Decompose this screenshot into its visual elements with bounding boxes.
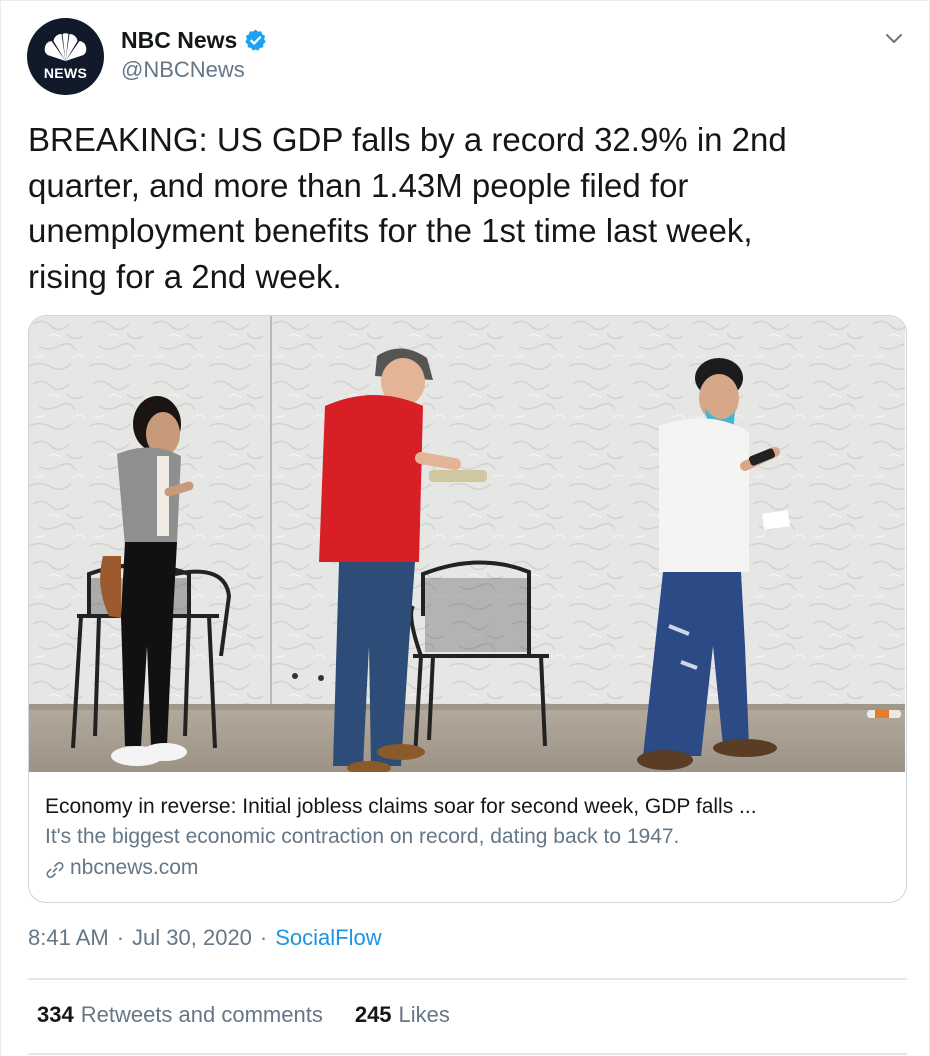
tweet-text-line: quarter, and more than 1.43M people file… xyxy=(28,166,689,204)
display-name[interactable]: NBC News xyxy=(121,27,237,54)
card-domain[interactable]: nbcnews.com xyxy=(45,852,890,884)
likes-count: 245 xyxy=(354,1002,392,1027)
tweet-source[interactable]: SocialFlow xyxy=(275,925,381,951)
tweet-text-line: unemployment benefits for the 1st time l… xyxy=(28,212,753,249)
link-icon xyxy=(45,858,65,878)
tweet-meta: 8:41 AM · Jul 30, 2020 · SocialFlow xyxy=(28,925,382,951)
tweet-text-line: rising for a 2nd week. xyxy=(28,257,342,295)
chevron-down-icon[interactable] xyxy=(881,25,907,51)
tweet-card: NEWS NBC News @NBCNews BREAKING: US GDP … xyxy=(0,0,930,1056)
tweet-date[interactable]: Jul 30, 2020 xyxy=(132,925,252,951)
card-description: It's the biggest economic contraction on… xyxy=(45,825,680,848)
likes-label: Likes xyxy=(398,1002,450,1027)
tweet-text: BREAKING: US GDP falls by a record 32.9%… xyxy=(28,117,888,299)
avatar-text: NEWS xyxy=(43,65,88,81)
card-title[interactable]: Economy in reverse: Initial jobless clai… xyxy=(45,792,890,822)
tweet-stats: 334 Retweets and comments 245 Likes xyxy=(37,1002,450,1028)
card-domain-text[interactable]: nbcnews.com xyxy=(70,852,198,884)
divider xyxy=(28,978,907,980)
link-preview-card[interactable]: Economy in reverse: Initial jobless clai… xyxy=(28,315,907,903)
separator: · xyxy=(259,925,268,950)
retweets-count: 334 xyxy=(37,1002,74,1027)
avatar[interactable]: NEWS xyxy=(27,18,104,95)
retweets-stat[interactable]: 334 Retweets and comments xyxy=(37,1002,323,1028)
divider xyxy=(28,1053,907,1055)
verified-badge-icon xyxy=(243,28,268,53)
author-handle[interactable]: @NBCNews xyxy=(121,57,245,83)
tweet-time[interactable]: 8:41 AM xyxy=(28,925,109,951)
author-name-row[interactable]: NBC News xyxy=(121,25,268,55)
likes-stat[interactable]: 245 Likes xyxy=(355,1002,450,1028)
nbc-peacock-logo xyxy=(44,33,87,61)
tweet-text-line: BREAKING: US GDP falls by a record 32.9%… xyxy=(28,121,787,158)
card-body[interactable]: Economy in reverse: Initial jobless clai… xyxy=(45,792,890,884)
separator: · xyxy=(116,925,125,950)
card-image[interactable] xyxy=(29,316,905,772)
retweets-label: Retweets and comments xyxy=(80,1002,323,1027)
